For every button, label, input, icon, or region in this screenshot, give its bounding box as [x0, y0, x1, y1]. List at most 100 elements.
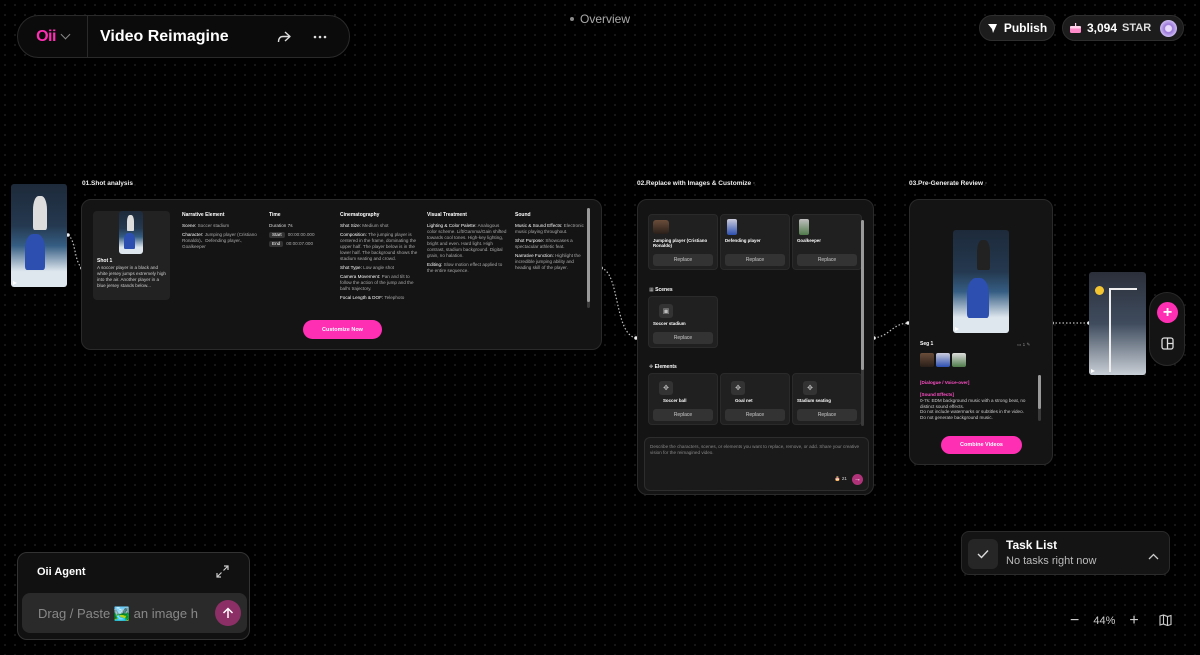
star-unit: STAR [1122, 22, 1152, 34]
shot-analysis-panel: Shot 1 A soccer player in a black and wh… [81, 199, 602, 350]
send-button[interactable] [215, 600, 241, 626]
element-icon: ✥ [803, 381, 817, 395]
expand-button[interactable] [216, 565, 229, 583]
character-card[interactable]: Jumping player (Cristiano Ronaldo) Repla… [648, 214, 718, 270]
replace-prompt-input[interactable]: Describe the characters, scenes, or elem… [644, 437, 869, 491]
play-icon [13, 281, 17, 285]
elements-title: Elements [654, 364, 677, 370]
input-video-thumbnail[interactable] [11, 184, 67, 287]
agent-input[interactable]: Drag / Paste 🏞️ an image h [22, 593, 247, 633]
replace-button[interactable]: Replace [797, 409, 857, 421]
publish-button[interactable]: Publish [979, 15, 1055, 41]
element-icon: ✥ [731, 381, 745, 395]
canvas-toolbar: + [1149, 292, 1185, 366]
character-thumbnail [653, 220, 669, 234]
time-column: Time Duration 7s Start 00:00:00.000 End … [269, 212, 335, 247]
purpose-key: Shot Purpose: [515, 237, 545, 243]
task-list-panel[interactable]: Task List No tasks right now [961, 531, 1170, 575]
replace-button[interactable]: Replace [797, 254, 857, 266]
task-list-status: No tasks right now [1006, 555, 1097, 567]
zoom-controls: − 44% + [1070, 612, 1172, 630]
character-card[interactable]: Defending player Replace [720, 214, 790, 270]
more-icon [313, 35, 327, 38]
scene-key: Scene: [182, 223, 197, 228]
zoom-out-button[interactable]: − [1070, 612, 1079, 630]
shot-size-value: Medium shot [362, 223, 389, 228]
replace-scrollbar[interactable] [861, 220, 864, 426]
layout-icon [1161, 337, 1174, 350]
project-title[interactable]: Video Reimagine [100, 28, 269, 46]
replace-prompt-placeholder: Describe the characters, scenes, or elem… [650, 444, 860, 455]
pregen-scrollbar[interactable] [1038, 375, 1041, 421]
character-name: Goalkeeper [797, 238, 821, 243]
start-time[interactable]: 00:00:00.000 [288, 232, 315, 238]
note-music: Do not generate background music. [920, 415, 993, 420]
plus-icon: + [1162, 303, 1173, 321]
replace-button[interactable]: Replace [725, 254, 785, 266]
share-button[interactable] [269, 22, 299, 52]
element-card[interactable]: ✥ Stadium seating Replace [792, 373, 862, 425]
shot-type-value: Low angle shot [363, 264, 395, 270]
segment-count: ▭ 1 ✎ [1017, 342, 1031, 347]
node-label-replace-text: 02.Replace with Images & Customize [637, 180, 752, 187]
elements-heading: ✥ Elements [649, 364, 677, 370]
credits-count: 🎂 21 [834, 476, 847, 482]
character-name: Jumping player (Cristiano Ronaldo) [653, 238, 708, 248]
replace-button[interactable]: Replace [725, 409, 785, 421]
segment-count-value: 1 [1022, 342, 1026, 347]
publish-icon [987, 23, 997, 33]
replace-button[interactable]: Replace [653, 254, 713, 266]
end-time[interactable]: 00:00:07.000 [286, 241, 313, 247]
overview-label: Overview [580, 12, 631, 26]
send-arrow-icon[interactable]: → [852, 474, 863, 485]
overview-dot-icon [570, 17, 574, 21]
overview-link[interactable]: Overview [570, 12, 630, 26]
character-card[interactable]: Goalkeeper Replace [792, 214, 862, 270]
image-icon: ▣ [659, 304, 673, 318]
zoom-level[interactable]: 44% [1093, 615, 1115, 627]
chevron-up-icon[interactable] [1148, 547, 1159, 565]
dialogue-label: [Dialogue / Voice-over] [920, 380, 970, 385]
agent-title: Oii Agent [37, 566, 86, 578]
composition-key: Composition: [340, 231, 367, 237]
lighting-key: Lighting & Color Palette: [427, 223, 477, 228]
star-balance[interactable]: 3,094 STAR [1062, 15, 1184, 41]
shot-scrollbar[interactable] [587, 208, 590, 308]
arrow-up-icon [222, 607, 234, 618]
focal-key: Focal Length & DOF: [340, 294, 384, 300]
replace-panel: Jumping player (Cristiano Ronaldo) Repla… [637, 199, 874, 495]
scene-name: Soccer stadium [653, 321, 686, 326]
shot-card[interactable]: Shot 1 A soccer player in a black and wh… [93, 211, 170, 300]
narrative-heading: Narrative Element [182, 212, 225, 218]
publish-label: Publish [1003, 21, 1048, 35]
zoom-in-button[interactable]: + [1129, 612, 1138, 630]
combine-videos-button[interactable]: Combine Videos [941, 436, 1022, 454]
scene-card[interactable]: ▣ Soccer stadium Replace [648, 296, 718, 348]
shot-thumbnail [119, 211, 143, 254]
element-card[interactable]: ✥ Soccer ball Replace [648, 373, 718, 425]
more-button[interactable] [305, 22, 335, 52]
output-video-thumbnail[interactable] [1089, 272, 1146, 375]
customize-now-button[interactable]: Customize Now [303, 320, 382, 339]
visual-heading: Visual Treatment [427, 212, 467, 218]
element-card[interactable]: ✥ Goal net Replace [720, 373, 790, 425]
editing-key: Editing: [427, 261, 443, 267]
map-button[interactable] [1159, 613, 1172, 629]
camera-movement-key: Camera Movement: [340, 273, 381, 279]
shot-size-key: Shot Size: [340, 223, 361, 228]
pregen-panel: Seg 1 ▭ 1 ✎ [Dialogue / Voice-over] [Sou… [909, 199, 1053, 465]
chevron-down-icon [60, 29, 71, 40]
play-icon [1091, 369, 1095, 373]
task-list-title: Task List [1006, 538, 1058, 552]
replace-button[interactable]: Replace [653, 332, 713, 344]
pregen-video-thumbnail[interactable] [953, 230, 1009, 333]
user-avatar[interactable] [1160, 19, 1177, 37]
replace-button[interactable]: Replace [653, 409, 713, 421]
logo-menu[interactable]: Oii [18, 16, 88, 57]
star-count: 3,094 [1087, 21, 1118, 35]
play-icon [955, 327, 959, 331]
scene-value: Soccer stadium [197, 223, 230, 228]
segment-title: Seg 1 [920, 341, 934, 347]
add-node-button[interactable]: + [1157, 302, 1178, 323]
layout-button[interactable] [1161, 337, 1174, 355]
